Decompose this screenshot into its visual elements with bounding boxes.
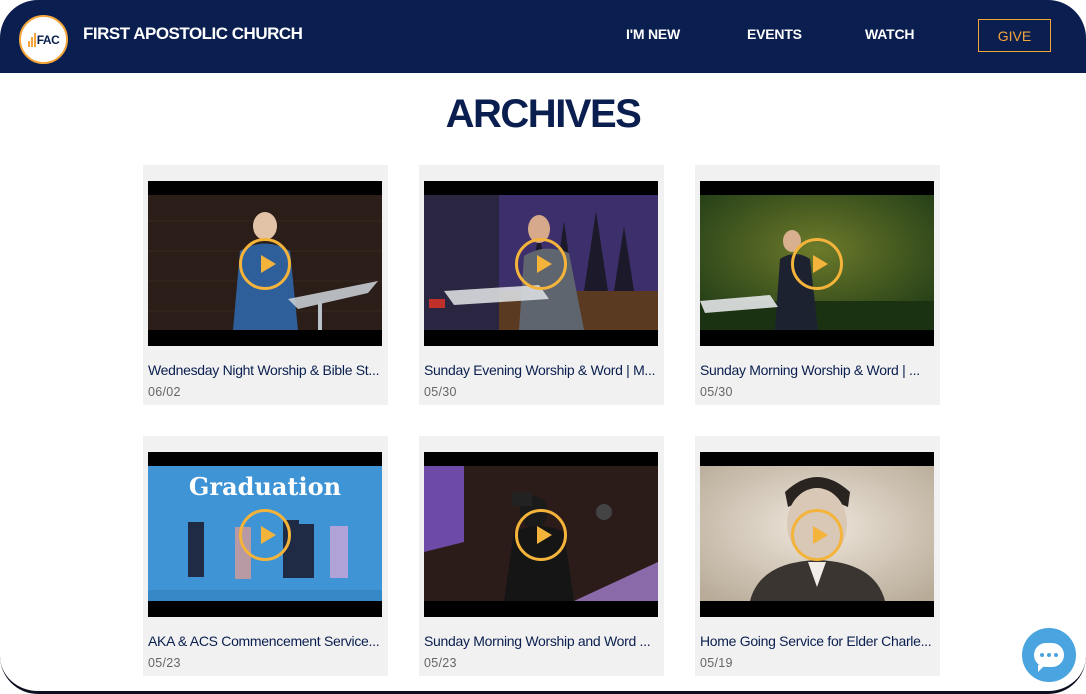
logo-text: FAC — [36, 32, 60, 47]
play-icon[interactable] — [239, 238, 291, 290]
video-title[interactable]: Sunday Evening Worship & Word | M... — [424, 362, 660, 378]
video-title[interactable]: Sunday Morning Worship and Word ... — [424, 633, 660, 649]
chat-bubble-icon — [1034, 643, 1064, 672]
page: FAC FIRST APOSTOLIC CHURCH I'M NEW EVENT… — [0, 0, 1086, 694]
thumbnail-caption: Graduation — [189, 472, 341, 501]
nav-im-new[interactable]: I'M NEW — [626, 26, 680, 42]
give-button[interactable]: GIVE — [978, 19, 1051, 52]
video-date: 05/30 — [424, 385, 457, 399]
video-title[interactable]: AKA & ACS Commencement Service... — [148, 633, 384, 649]
video-title[interactable]: Home Going Service for Elder Charle... — [700, 633, 936, 649]
play-icon[interactable] — [515, 509, 567, 561]
video-card[interactable]: Home Going Service for Elder Charle... 0… — [695, 436, 940, 676]
site-title[interactable]: FIRST APOSTOLIC CHURCH — [83, 24, 303, 44]
play-icon[interactable] — [239, 509, 291, 561]
play-icon[interactable] — [515, 238, 567, 290]
video-thumbnail[interactable] — [700, 181, 934, 346]
site-header: FAC FIRST APOSTOLIC CHURCH I'M NEW EVENT… — [0, 0, 1086, 73]
video-date: 05/30 — [700, 385, 733, 399]
nav-events[interactable]: EVENTS — [747, 26, 802, 42]
video-thumbnail[interactable] — [700, 452, 934, 617]
video-card[interactable]: Wednesday Night Worship & Bible St... 06… — [143, 165, 388, 405]
chat-button[interactable] — [1022, 628, 1076, 682]
play-icon[interactable] — [791, 238, 843, 290]
video-card[interactable]: Sunday Morning Worship & Word | ... 05/3… — [695, 165, 940, 405]
video-date: 06/02 — [148, 385, 181, 399]
video-title[interactable]: Sunday Morning Worship & Word | ... — [700, 362, 936, 378]
video-card[interactable]: Sunday Morning Worship and Word ... 05/2… — [419, 436, 664, 676]
play-icon[interactable] — [791, 509, 843, 561]
video-card[interactable]: Sunday Evening Worship & Word | M... 05/… — [419, 165, 664, 405]
video-thumbnail[interactable]: Graduation — [148, 452, 382, 617]
video-date: 05/19 — [700, 656, 733, 670]
video-thumbnail[interactable] — [424, 181, 658, 346]
nav-watch[interactable]: WATCH — [865, 26, 914, 42]
video-date: 05/23 — [424, 656, 457, 670]
logo-bars-icon — [27, 32, 36, 47]
video-thumbnail[interactable] — [424, 452, 658, 617]
church-logo[interactable]: FAC — [19, 15, 68, 64]
page-title: ARCHIVES — [445, 92, 642, 136]
video-date: 05/23 — [148, 656, 181, 670]
video-card[interactable]: Graduation AKA & ACS Commencement Servic… — [143, 436, 388, 676]
video-thumbnail[interactable] — [148, 181, 382, 346]
video-title[interactable]: Wednesday Night Worship & Bible St... — [148, 362, 384, 378]
